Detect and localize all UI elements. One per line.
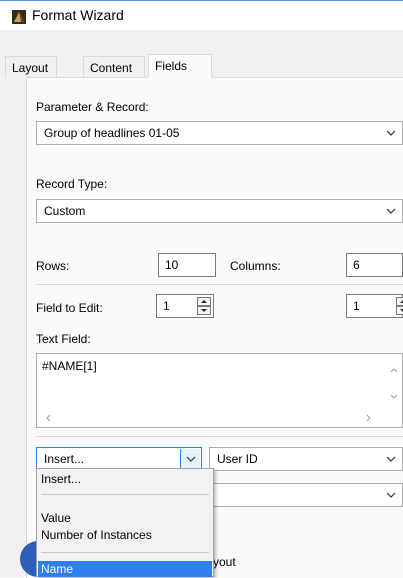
source-select-value: User ID bbox=[217, 452, 258, 466]
menu-item-value[interactable]: Value bbox=[41, 511, 71, 525]
scroll-right-icon[interactable] bbox=[366, 414, 372, 422]
record-type-value: Custom bbox=[44, 204, 86, 218]
tab-layout-label: Layout bbox=[12, 61, 49, 75]
parameter-record-label: Parameter & Record: bbox=[36, 100, 149, 114]
stepper-up-button[interactable] bbox=[197, 297, 211, 306]
rows-value: 10 bbox=[165, 258, 179, 272]
record-type-dropdown[interactable]: Custom bbox=[36, 199, 403, 223]
chevron-down-icon bbox=[186, 456, 196, 462]
arrow-up-icon bbox=[400, 300, 403, 303]
stepper-buttons bbox=[396, 297, 403, 315]
divider bbox=[36, 284, 403, 285]
arrow-down-icon bbox=[400, 309, 403, 312]
record-type-label: Record Type: bbox=[36, 177, 108, 191]
field-row-stepper[interactable]: 1 bbox=[156, 294, 214, 318]
window-title: Format Wizard bbox=[32, 7, 124, 23]
field-column-stepper[interactable]: 1 bbox=[346, 294, 403, 318]
field-row-value: 1 bbox=[163, 299, 170, 313]
columns-input[interactable]: 6 bbox=[346, 253, 403, 277]
tab-content-label: Content bbox=[90, 61, 133, 75]
columns-label: Columns: bbox=[230, 259, 281, 273]
stepper-down-button[interactable] bbox=[197, 306, 211, 315]
menu-item-name[interactable]: Name bbox=[38, 561, 212, 577]
field-column-value: 1 bbox=[353, 299, 360, 313]
insert-menu: Insert... Value Number of Instances Name bbox=[36, 468, 214, 577]
tab-layout[interactable]: Layout bbox=[5, 56, 57, 78]
tab-content[interactable]: Content bbox=[83, 56, 145, 78]
menu-item-number-of-instances[interactable]: Number of Instances bbox=[41, 528, 152, 542]
stepper-up-button[interactable] bbox=[396, 297, 403, 306]
parameter-record-dropdown[interactable]: Group of headlines 01-05 bbox=[36, 121, 403, 145]
scroll-left-icon[interactable] bbox=[45, 414, 51, 422]
tab-fields[interactable]: Fields bbox=[148, 54, 212, 78]
tab-fields-label: Fields bbox=[155, 59, 188, 73]
chevron-down-icon bbox=[386, 208, 396, 214]
menu-item-insert[interactable]: Insert... bbox=[41, 472, 81, 486]
chevron-down-icon bbox=[386, 492, 396, 498]
stepper-buttons bbox=[197, 297, 211, 315]
arrow-down-icon bbox=[201, 309, 207, 312]
text-field-value: #NAME[1] bbox=[42, 359, 97, 373]
insert-select-toggle[interactable] bbox=[180, 449, 200, 469]
menu-separator bbox=[41, 552, 209, 553]
arrow-up-icon bbox=[201, 300, 207, 303]
field-to-edit-label: Field to Edit: bbox=[36, 301, 103, 315]
source-select[interactable]: User ID bbox=[209, 447, 403, 471]
rows-input[interactable]: 10 bbox=[158, 253, 216, 277]
text-field-label: Text Field: bbox=[36, 332, 91, 346]
layout-button-label: yout bbox=[213, 555, 236, 569]
columns-value: 6 bbox=[353, 258, 360, 272]
text-field-area[interactable]: #NAME[1] bbox=[36, 353, 403, 428]
parameter-record-value: Group of headlines 01-05 bbox=[44, 126, 180, 140]
insert-select-value: Insert... bbox=[44, 452, 85, 466]
scroll-up-icon[interactable] bbox=[390, 367, 398, 373]
divider bbox=[36, 436, 403, 437]
scroll-down-icon[interactable] bbox=[390, 394, 398, 400]
chevron-down-icon bbox=[386, 456, 396, 462]
rows-label: Rows: bbox=[36, 259, 70, 273]
menu-separator bbox=[41, 494, 209, 495]
chevron-down-icon bbox=[386, 130, 396, 136]
app-icon bbox=[12, 10, 26, 24]
stepper-down-button[interactable] bbox=[396, 306, 403, 315]
